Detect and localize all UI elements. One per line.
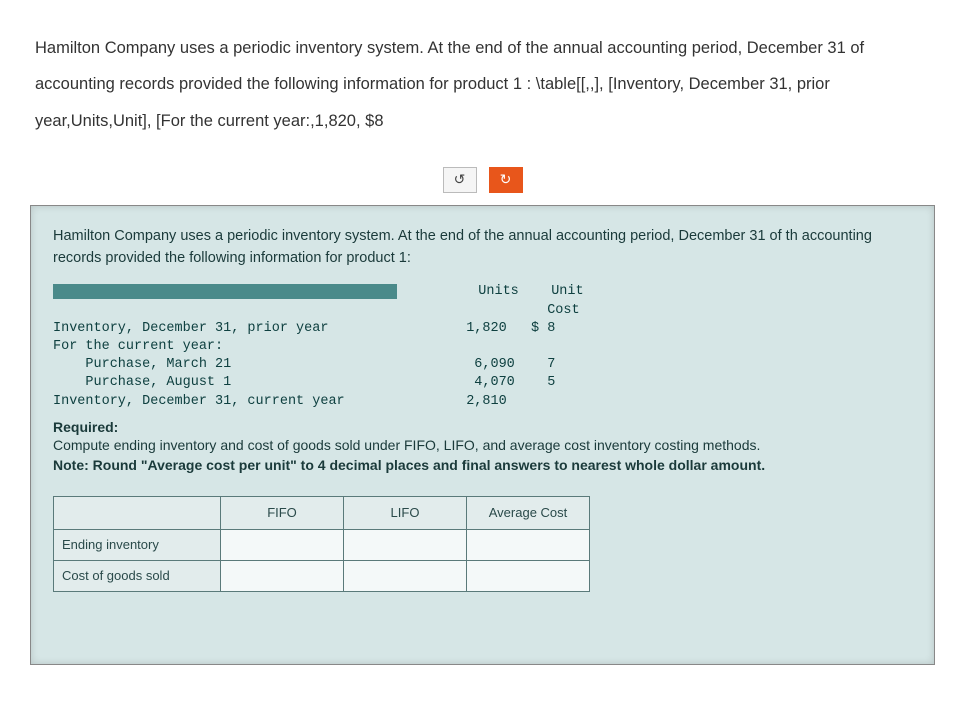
- panel-intro: Hamilton Company uses a periodic invento…: [53, 226, 912, 270]
- row-purch-mar: Purchase, March 21: [53, 357, 231, 372]
- row-ending-inventory: Ending inventory: [54, 529, 221, 560]
- input-cogs-avg[interactable]: [467, 560, 590, 591]
- instruct-line2: Note: Round "Average cost per unit" to 4…: [53, 457, 765, 473]
- row-purch-aug-cost: 5: [547, 375, 555, 390]
- col-unit: Unit: [551, 284, 583, 299]
- answer-table: FIFO LIFO Average Cost Ending inventory …: [53, 496, 590, 592]
- problem-panel: Hamilton Company uses a periodic invento…: [30, 205, 935, 665]
- reset-button[interactable]: ↺: [443, 167, 477, 193]
- col-lifo: LIFO: [344, 496, 467, 529]
- col-units: Units: [478, 284, 519, 299]
- row-inv-prior-units: 1,820: [466, 321, 507, 336]
- row-purch-mar-units: 6,090: [474, 357, 515, 372]
- selected-cell: [53, 284, 397, 299]
- col-avg: Average Cost: [467, 496, 590, 529]
- row-purch-aug: Purchase, August 1: [53, 375, 231, 390]
- input-ei-avg[interactable]: [467, 529, 590, 560]
- row-inv-prior: Inventory, December 31, prior year: [53, 321, 328, 336]
- row-current-year: For the current year:: [53, 339, 223, 354]
- row-purch-aug-units: 4,070: [474, 375, 515, 390]
- instruct-line1: Compute ending inventory and cost of goo…: [53, 437, 760, 453]
- input-ei-fifo[interactable]: [221, 529, 344, 560]
- row-inv-current: Inventory, December 31, current year: [53, 394, 345, 409]
- row-cogs: Cost of goods sold: [54, 560, 221, 591]
- blank-header: [54, 496, 221, 529]
- input-cogs-lifo[interactable]: [344, 560, 467, 591]
- row-inv-current-units: 2,810: [466, 394, 507, 409]
- retry-button[interactable]: ↻: [489, 167, 523, 193]
- input-ei-lifo[interactable]: [344, 529, 467, 560]
- col-cost: Cost: [547, 303, 579, 318]
- row-inv-prior-cost: $ 8: [531, 321, 555, 336]
- col-fifo: FIFO: [221, 496, 344, 529]
- row-purch-mar-cost: 7: [547, 357, 555, 372]
- data-table: Units Unit Cost Inventory, December 31, …: [53, 283, 912, 411]
- input-cogs-fifo[interactable]: [221, 560, 344, 591]
- required-label: Required:: [53, 419, 912, 435]
- instructions: Compute ending inventory and cost of goo…: [53, 435, 912, 476]
- toolbar: ↺ ↻: [0, 159, 965, 205]
- question-text: Hamilton Company uses a periodic invento…: [0, 0, 965, 159]
